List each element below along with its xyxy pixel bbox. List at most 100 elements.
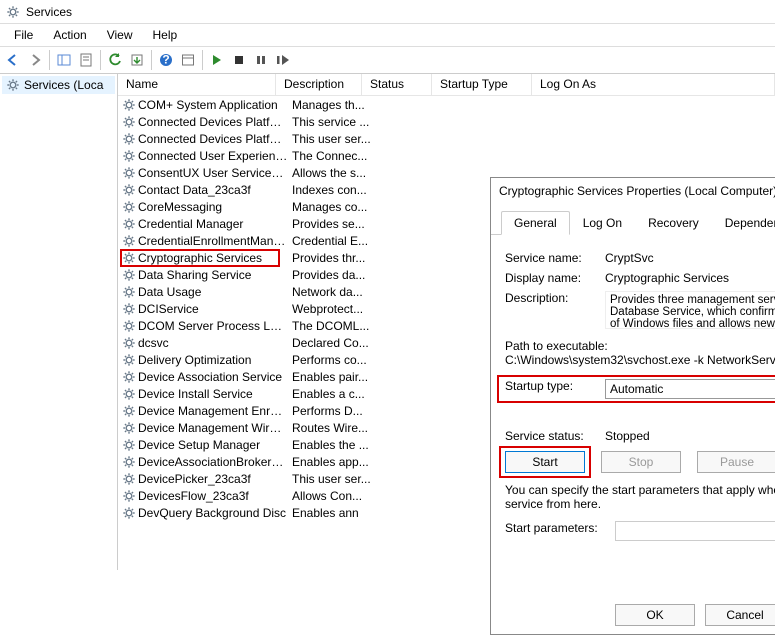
gear-icon xyxy=(122,285,136,299)
path-label: Path to executable: xyxy=(505,339,775,353)
service-name: CredentialEnrollmentMana... xyxy=(138,234,292,248)
play-icon[interactable] xyxy=(206,49,228,71)
cancel-button[interactable]: Cancel xyxy=(705,604,775,626)
properties-toolbar-icon[interactable] xyxy=(75,49,97,71)
service-desc: Allows Con... xyxy=(292,489,378,503)
window-title: Services xyxy=(26,5,72,19)
service-desc: Performs co... xyxy=(292,353,378,367)
forward-icon[interactable] xyxy=(24,49,46,71)
service-name: Device Setup Manager xyxy=(138,438,292,452)
gear-icon xyxy=(122,489,136,503)
service-name-label: Service name: xyxy=(505,251,605,265)
gear-icon xyxy=(122,319,136,333)
back-icon[interactable] xyxy=(2,49,24,71)
service-desc: Enables pair... xyxy=(292,370,378,384)
gear-icon xyxy=(122,404,136,418)
gear-icon xyxy=(122,149,136,163)
tree-root-services[interactable]: Services (Loca xyxy=(2,76,115,94)
gear-icon xyxy=(6,5,20,19)
service-desc: Performs D... xyxy=(292,404,378,418)
service-name: DevicesFlow_23ca3f xyxy=(138,489,292,503)
service-desc: Webprotect... xyxy=(292,302,378,316)
service-name: DCIService xyxy=(138,302,292,316)
gear-icon xyxy=(122,200,136,214)
service-status-label: Service status: xyxy=(505,429,605,443)
description-value: Provides three management services: Cata… xyxy=(605,291,775,329)
gear-icon xyxy=(122,455,136,469)
col-startup[interactable]: Startup Type xyxy=(432,74,532,95)
refresh-icon[interactable] xyxy=(104,49,126,71)
service-desc: Enables the ... xyxy=(292,438,378,452)
restart-icon[interactable] xyxy=(272,49,294,71)
gear-icon xyxy=(122,438,136,452)
display-name-label: Display name: xyxy=(505,271,605,285)
service-name: Credential Manager xyxy=(138,217,292,231)
service-row[interactable]: Connected Devices Platfor...This service… xyxy=(118,113,775,130)
service-name: DevQuery Background Disc xyxy=(138,506,292,520)
show-hide-tree-icon[interactable] xyxy=(53,49,75,71)
service-desc: Credential E... xyxy=(292,234,378,248)
start-params-input[interactable] xyxy=(615,521,775,541)
view-options-icon[interactable] xyxy=(177,49,199,71)
svg-text:?: ? xyxy=(162,53,169,67)
service-name: Device Management Wirele... xyxy=(138,421,292,435)
properties-dialog: Cryptographic Services Properties (Local… xyxy=(490,177,775,635)
start-params-label: Start parameters: xyxy=(505,521,615,535)
service-name: ConsentUX User Service_23... xyxy=(138,166,292,180)
service-name: DeviceAssociationBroker_23... xyxy=(138,455,292,469)
start-button[interactable]: Start xyxy=(505,451,585,473)
service-row[interactable]: Connected Devices Platfor...This user se… xyxy=(118,130,775,147)
tab-logon[interactable]: Log On xyxy=(570,211,635,235)
startup-type-value: Automatic xyxy=(610,382,663,396)
menu-help[interactable]: Help xyxy=(143,26,188,44)
service-desc: Indexes con... xyxy=(292,183,378,197)
service-name: dcsvc xyxy=(138,336,292,350)
window-titlebar: Services xyxy=(0,0,775,24)
col-status[interactable]: Status xyxy=(362,74,432,95)
service-row[interactable]: COM+ System ApplicationManages th... xyxy=(118,96,775,113)
service-desc: Provides da... xyxy=(292,268,378,282)
export-list-icon[interactable] xyxy=(126,49,148,71)
tab-dependencies[interactable]: Dependencies xyxy=(712,211,775,235)
service-row[interactable]: Connected User Experience...The Connec..… xyxy=(118,147,775,164)
stop-icon[interactable] xyxy=(228,49,250,71)
gear-icon xyxy=(122,302,136,316)
stop-button: Stop xyxy=(601,451,681,473)
gear-icon xyxy=(122,98,136,112)
col-name[interactable]: Name xyxy=(118,74,276,95)
tree-root-label: Services (Loca xyxy=(24,78,103,92)
tab-general[interactable]: General xyxy=(501,211,570,235)
dialog-tabs: General Log On Recovery Dependencies xyxy=(491,204,775,235)
service-status-value: Stopped xyxy=(605,429,650,443)
gear-icon xyxy=(122,370,136,384)
service-desc: This user ser... xyxy=(292,132,378,146)
service-name: Contact Data_23ca3f xyxy=(138,183,292,197)
pause-icon[interactable] xyxy=(250,49,272,71)
gear-icon xyxy=(122,353,136,367)
service-desc: This user ser... xyxy=(292,472,378,486)
tab-recovery[interactable]: Recovery xyxy=(635,211,712,235)
service-desc: Network da... xyxy=(292,285,378,299)
menu-file[interactable]: File xyxy=(4,26,43,44)
gear-icon xyxy=(122,506,136,520)
service-name: Device Install Service xyxy=(138,387,292,401)
help-icon[interactable]: ? xyxy=(155,49,177,71)
service-name-value: CryptSvc xyxy=(605,251,654,265)
column-headers: Name Description Status Startup Type Log… xyxy=(118,74,775,96)
service-desc: Enables ann xyxy=(292,506,378,520)
gear-icon xyxy=(122,217,136,231)
start-params-note: You can specify the start parameters tha… xyxy=(505,483,775,511)
menu-view[interactable]: View xyxy=(97,26,143,44)
menu-action[interactable]: Action xyxy=(43,26,96,44)
ok-button[interactable]: OK xyxy=(615,604,695,626)
service-name: Data Sharing Service xyxy=(138,268,292,282)
col-desc[interactable]: Description xyxy=(276,74,362,95)
gear-icon xyxy=(122,115,136,129)
pause-button: Pause xyxy=(697,451,775,473)
service-desc: Provides se... xyxy=(292,217,378,231)
col-logon[interactable]: Log On As xyxy=(532,74,775,95)
service-name: DevicePicker_23ca3f xyxy=(138,472,292,486)
path-value: C:\Windows\system32\svchost.exe -k Netwo… xyxy=(505,353,775,367)
startup-type-select[interactable]: Automatic ▾ xyxy=(605,379,775,399)
dialog-title: Cryptographic Services Properties (Local… xyxy=(499,184,775,198)
